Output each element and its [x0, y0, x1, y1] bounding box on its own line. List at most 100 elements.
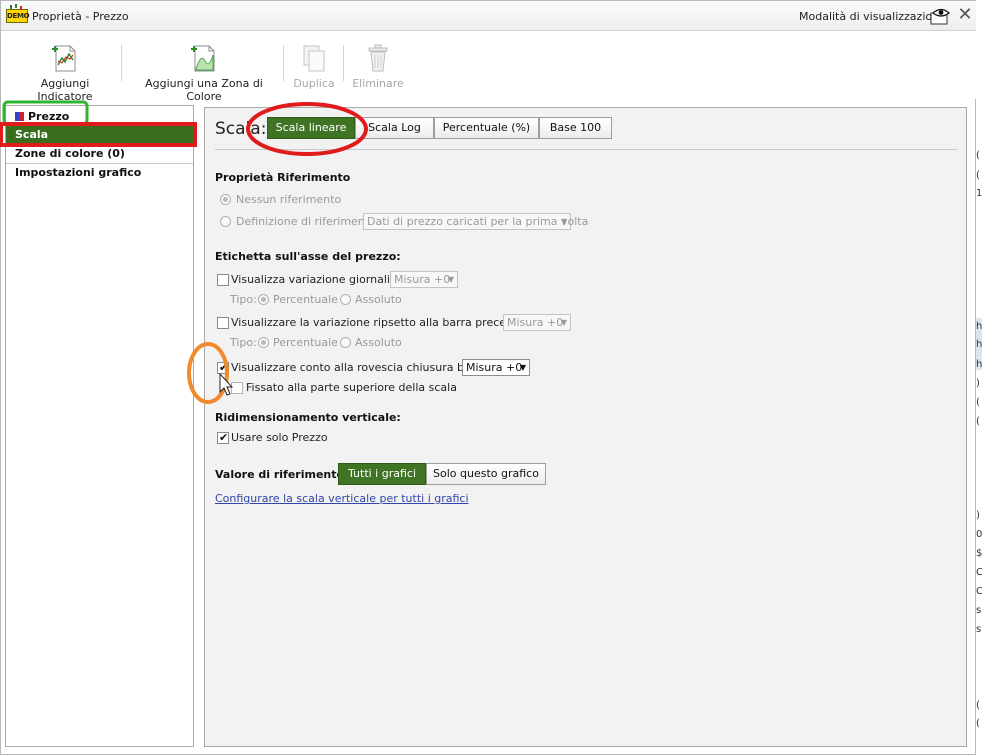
properties-dialog: DEMO Proprietà - Prezzo Modalità di visu…	[0, 0, 976, 755]
scale-log-button[interactable]: Scala Log	[355, 117, 434, 139]
configure-scale-link[interactable]: Configurare la scala verticale per tutti…	[215, 492, 469, 505]
background-char: (	[976, 718, 980, 729]
chevron-down-icon: ▼	[447, 275, 454, 284]
countdown-measure-select[interactable]: Misura +0 ▼	[462, 359, 530, 376]
prev-absolute-radio[interactable]	[340, 337, 351, 348]
scale-base100-button[interactable]: Base 100	[539, 117, 612, 139]
reference-value-label: Valore di riferimento:	[215, 468, 349, 481]
add-color-zone-button[interactable]: Aggiungi una Zona di Colore	[133, 43, 275, 103]
title-bar[interactable]: DEMO Proprietà - Prezzo Modalità di visu…	[1, 1, 976, 31]
prev-bar-measure-value: Misura +0	[507, 316, 564, 329]
background-app-strip: ( ( 1 h h h ) ( ( ) 0 $ C C s s ( (	[976, 0, 982, 755]
background-char: C	[976, 567, 982, 578]
price-axis-label-heading: Etichetta sull'asse del prezzo:	[215, 250, 401, 263]
use-price-only-checkbox[interactable]	[217, 431, 229, 444]
prev-bar-measure-select[interactable]: Misura +0 ▼	[503, 314, 571, 331]
demo-app-icon: DEMO	[6, 5, 30, 23]
background-char: h	[976, 359, 982, 370]
fixed-top-checkbox[interactable]	[231, 382, 243, 394]
daily-change-measure-select[interactable]: Misura +0 ▼	[390, 271, 458, 288]
countdown-label: Visualizzare conto alla rovescia chiusur…	[231, 361, 487, 374]
add-indicator-button[interactable]: Aggiungi Indicatore	[17, 43, 113, 103]
background-char: h	[976, 321, 982, 332]
trash-icon	[368, 44, 388, 72]
daily-percent-radio[interactable]	[258, 294, 269, 305]
use-price-only-label: Usare solo Prezzo	[231, 431, 328, 444]
type-label: Tipo:	[230, 336, 257, 349]
background-char: h	[976, 339, 982, 350]
background-char: (	[976, 150, 980, 161]
sidebar-item-label: Prezzo	[28, 110, 70, 123]
define-reference-radio[interactable]	[220, 216, 231, 227]
no-reference-label: Nessun riferimento	[236, 193, 342, 206]
prev-percent-radio[interactable]	[258, 337, 269, 348]
daily-absolute-label: Assoluto	[355, 293, 402, 306]
daily-absolute-radio[interactable]	[340, 294, 351, 305]
eye-icon[interactable]	[930, 7, 952, 25]
duplicate-button[interactable]: Duplica	[291, 43, 337, 90]
window-title: Proprietà - Prezzo	[32, 10, 129, 23]
all-charts-button[interactable]: Tutti i grafici	[338, 463, 426, 485]
scale-linear-button[interactable]: Scala lineare	[267, 117, 355, 139]
background-char: C	[976, 586, 982, 597]
this-chart-button[interactable]: Solo questo grafico	[426, 463, 546, 485]
background-char: s	[976, 605, 982, 616]
sidebar-item-color-zones[interactable]: Zone di colore (0)	[6, 145, 193, 164]
vertical-resize-heading: Ridimensionamento verticale:	[215, 411, 401, 424]
prev-percent-label: Percentuale	[273, 336, 338, 349]
delete-label: Eliminare	[352, 77, 404, 90]
countdown-checkbox[interactable]	[217, 361, 229, 374]
reference-select[interactable]: Dati di prezzo caricati per la prima vol…	[363, 213, 588, 230]
sidebar-item-label: Impostazioni grafico	[15, 166, 142, 179]
view-mode-label[interactable]: Modalità di visualizzazione	[799, 10, 946, 23]
sidebar: Prezzo Scala Zone di colore (0) Impostaz…	[5, 105, 194, 747]
reference-props-heading: Proprietà Riferimento	[215, 171, 351, 184]
sidebar-item-prezzo[interactable]: Prezzo	[6, 108, 193, 126]
sidebar-item-label: Zone di colore (0)	[15, 147, 125, 160]
background-char: 0	[976, 529, 982, 540]
toolbar-separator	[283, 45, 284, 81]
daily-percent-label: Percentuale	[273, 293, 338, 306]
chevron-down-icon: ▼	[560, 217, 567, 226]
daily-change-checkbox[interactable]	[217, 274, 229, 286]
scale-settings-panel: Scala: Scala lineare Scala Log Percentua…	[204, 107, 967, 747]
background-char: (	[976, 700, 980, 711]
background-char: $	[976, 548, 982, 559]
background-char: )	[976, 510, 980, 521]
background-char: (	[976, 397, 980, 408]
prev-bar-change-checkbox[interactable]	[217, 317, 229, 329]
add-indicator-icon	[52, 45, 76, 72]
divider	[215, 149, 957, 150]
scale-percent-button[interactable]: Percentuale (%)	[434, 117, 539, 139]
define-reference-label: Definizione di riferimento:	[236, 215, 380, 228]
prev-absolute-label: Assoluto	[355, 336, 402, 349]
sidebar-item-chart-settings[interactable]: Impostazioni grafico	[6, 164, 193, 182]
duplicate-label: Duplica	[293, 77, 335, 90]
reference-select-value: Dati di prezzo caricati per la prima vol…	[367, 215, 589, 228]
toolbar: Aggiungi Indicatore Aggiungi una Zona di…	[1, 31, 976, 103]
daily-change-measure-value: Misura +0	[394, 273, 451, 286]
toolbar-separator	[121, 45, 122, 81]
background-char: (	[976, 170, 980, 181]
no-reference-radio[interactable]	[220, 194, 231, 205]
background-char: s	[976, 624, 982, 635]
toolbar-separator	[343, 45, 344, 81]
chevron-down-icon: ▼	[519, 363, 526, 372]
daily-change-label: Visualizza variazione giornaliera	[231, 273, 408, 286]
add-color-zone-icon	[191, 45, 215, 72]
countdown-measure-value: Misura +0	[466, 361, 523, 374]
close-icon[interactable]: ✕	[956, 4, 974, 26]
delete-button[interactable]: Eliminare	[351, 43, 405, 90]
scale-label: Scala:	[215, 119, 267, 139]
background-char: )	[976, 378, 980, 389]
fixed-top-label: Fissato alla parte superiore della scala	[246, 381, 457, 394]
chevron-down-icon: ▼	[560, 318, 567, 327]
prev-bar-change-label: Visualizzare la variazione ripsetto alla…	[231, 316, 538, 329]
sidebar-item-scala[interactable]: Scala	[6, 126, 193, 144]
background-char: (	[976, 416, 980, 427]
background-char: 1	[976, 188, 982, 199]
add-indicator-label: Aggiungi Indicatore	[37, 77, 93, 103]
duplicate-icon	[303, 45, 325, 72]
sidebar-item-label: Scala	[15, 128, 49, 141]
price-icon	[15, 112, 24, 121]
